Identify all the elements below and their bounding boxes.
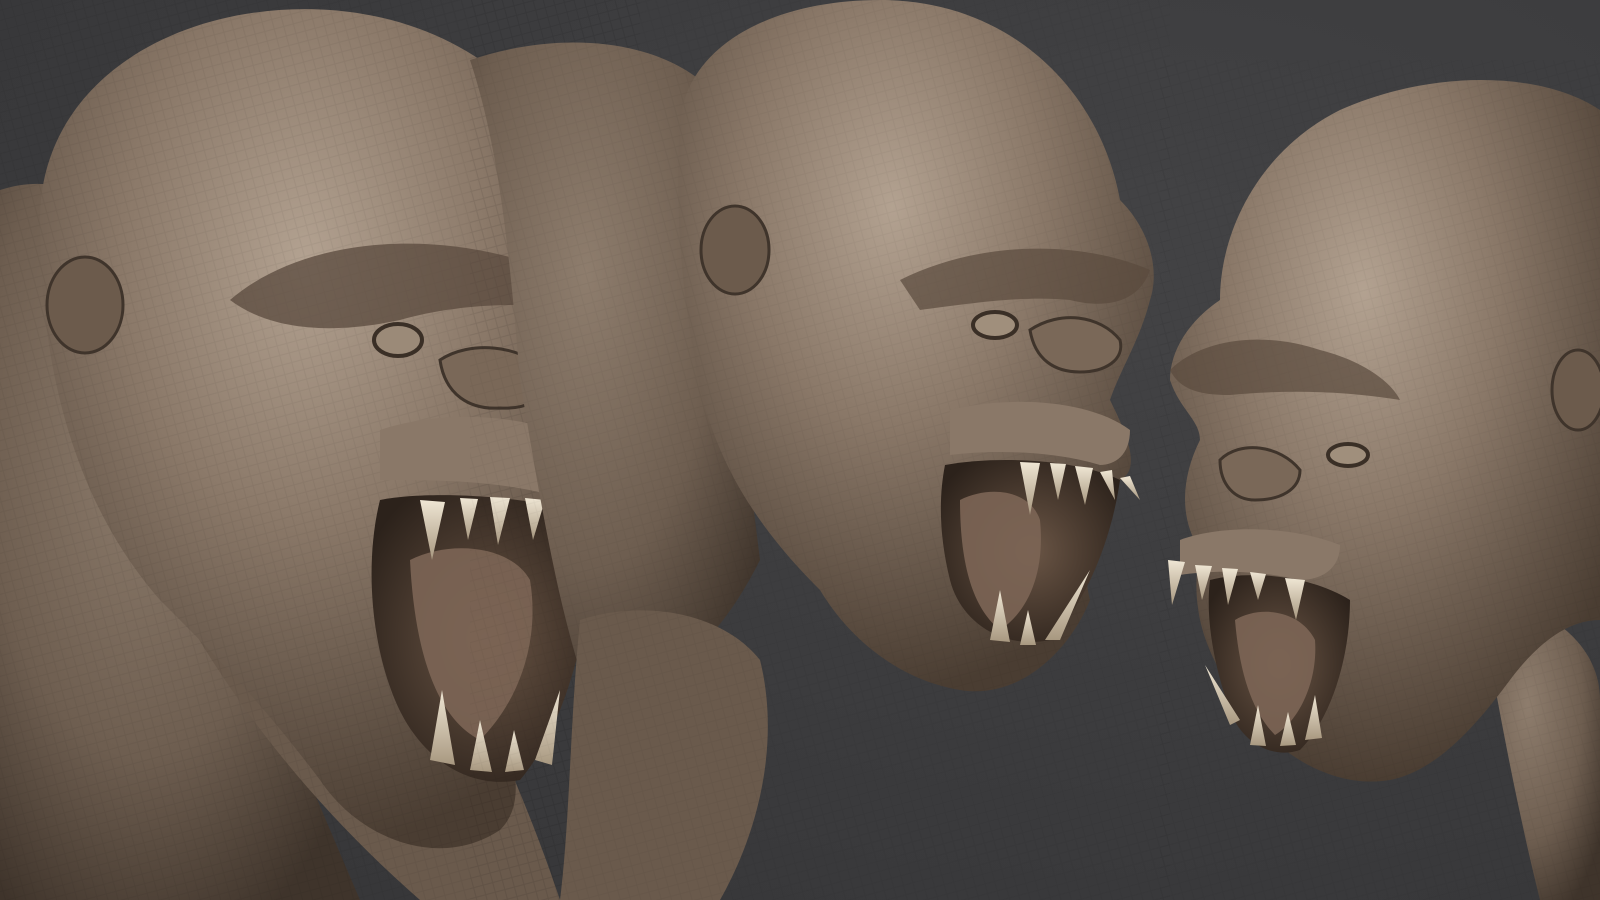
left-bust-eye (372, 322, 424, 358)
sculpt-viewport (0, 0, 1600, 900)
center-bust-eye (971, 310, 1019, 340)
right-bust (1160, 60, 1600, 900)
right-bust-eye (1326, 442, 1370, 468)
center-bust (470, 0, 1170, 900)
center-bust-ear (699, 204, 771, 296)
sculpt-render (0, 0, 1600, 900)
right-bust-ear (1550, 348, 1600, 432)
left-bust-ear (45, 255, 125, 355)
